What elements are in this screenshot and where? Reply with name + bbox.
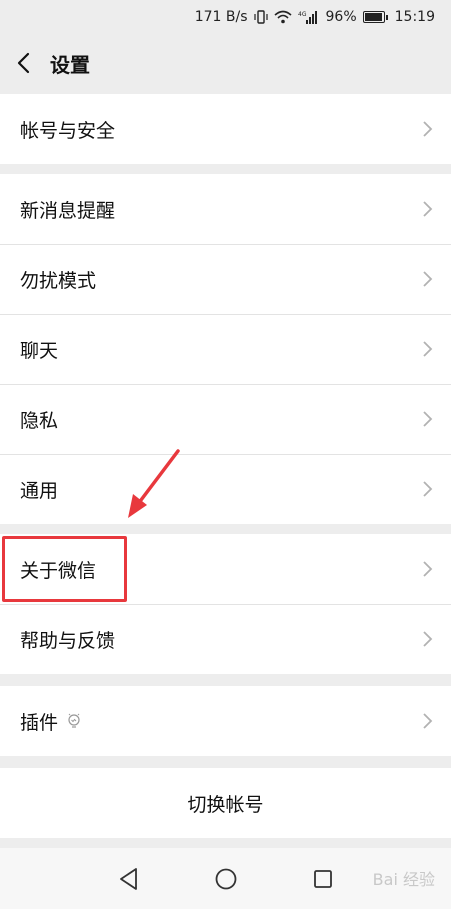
nav-bar: 设置	[0, 34, 451, 92]
settings-item-new-message-alerts[interactable]: 新消息提醒	[0, 174, 451, 244]
settings-item-label: 勿扰模式	[20, 269, 97, 292]
page-title: 设置	[50, 52, 90, 77]
section-plugins: 插件	[0, 686, 451, 756]
section-account: 帐号与安全	[0, 94, 451, 164]
triangle-back-icon	[119, 867, 137, 890]
section-switch-account: 切换帐号	[0, 768, 451, 838]
settings-item-account-security[interactable]: 帐号与安全	[0, 94, 451, 164]
settings-item-plugins[interactable]: 插件	[0, 686, 451, 756]
chevron-right-icon	[423, 631, 433, 647]
switch-account-button[interactable]: 切换帐号	[0, 768, 451, 838]
wifi-icon	[273, 10, 292, 24]
lightbulb-icon	[66, 712, 82, 730]
settings-item-help-feedback[interactable]: 帮助与反馈	[0, 604, 451, 674]
system-nav-bar	[0, 848, 451, 909]
square-recent-icon	[313, 869, 332, 888]
settings-item-label: 聊天	[20, 339, 59, 362]
settings-item-label: 新消息提醒	[20, 199, 116, 222]
chevron-left-icon	[17, 52, 30, 74]
chevron-right-icon	[423, 411, 433, 427]
network-speed: 171 B/s	[194, 9, 248, 25]
chevron-right-icon	[423, 201, 433, 217]
system-recent-button[interactable]	[303, 859, 343, 899]
clock: 15:19	[394, 9, 435, 25]
section-main: 新消息提醒 勿扰模式 聊天 隐私 通用	[0, 174, 451, 524]
chevron-right-icon	[423, 561, 433, 577]
back-button[interactable]	[0, 34, 46, 92]
section-about: 关于微信 帮助与反馈	[0, 534, 451, 674]
chevron-right-icon	[423, 121, 433, 137]
settings-item-privacy[interactable]: 隐私	[0, 384, 451, 454]
settings-item-about-wechat[interactable]: 关于微信	[0, 534, 451, 604]
settings-item-label: 插件	[20, 711, 59, 734]
cellular-signal-icon: 4G	[298, 10, 320, 24]
switch-account-label: 切换帐号	[187, 793, 264, 816]
svg-text:4G: 4G	[298, 11, 307, 18]
chevron-right-icon	[423, 341, 433, 357]
settings-item-label: 通用	[20, 479, 59, 502]
battery-icon	[362, 11, 388, 23]
chevron-right-icon	[423, 481, 433, 497]
settings-item-label: 关于微信	[20, 559, 97, 582]
settings-item-chat[interactable]: 聊天	[0, 314, 451, 384]
system-home-button[interactable]	[206, 859, 246, 899]
circle-home-icon	[215, 868, 236, 889]
chevron-right-icon	[423, 271, 433, 287]
settings-item-label: 帮助与反馈	[20, 629, 116, 652]
settings-item-label: 隐私	[20, 409, 59, 432]
battery-fill	[364, 13, 382, 21]
vibrate-icon	[253, 10, 268, 24]
system-back-button[interactable]	[109, 859, 149, 899]
settings-item-label: 帐号与安全	[20, 119, 116, 142]
settings-item-do-not-disturb[interactable]: 勿扰模式	[0, 244, 451, 314]
chevron-right-icon	[423, 713, 433, 729]
settings-item-general[interactable]: 通用	[0, 454, 451, 524]
battery-percent: 96%	[325, 9, 357, 25]
status-bar: 171 B/s 4G 96% 15:19	[0, 0, 451, 34]
